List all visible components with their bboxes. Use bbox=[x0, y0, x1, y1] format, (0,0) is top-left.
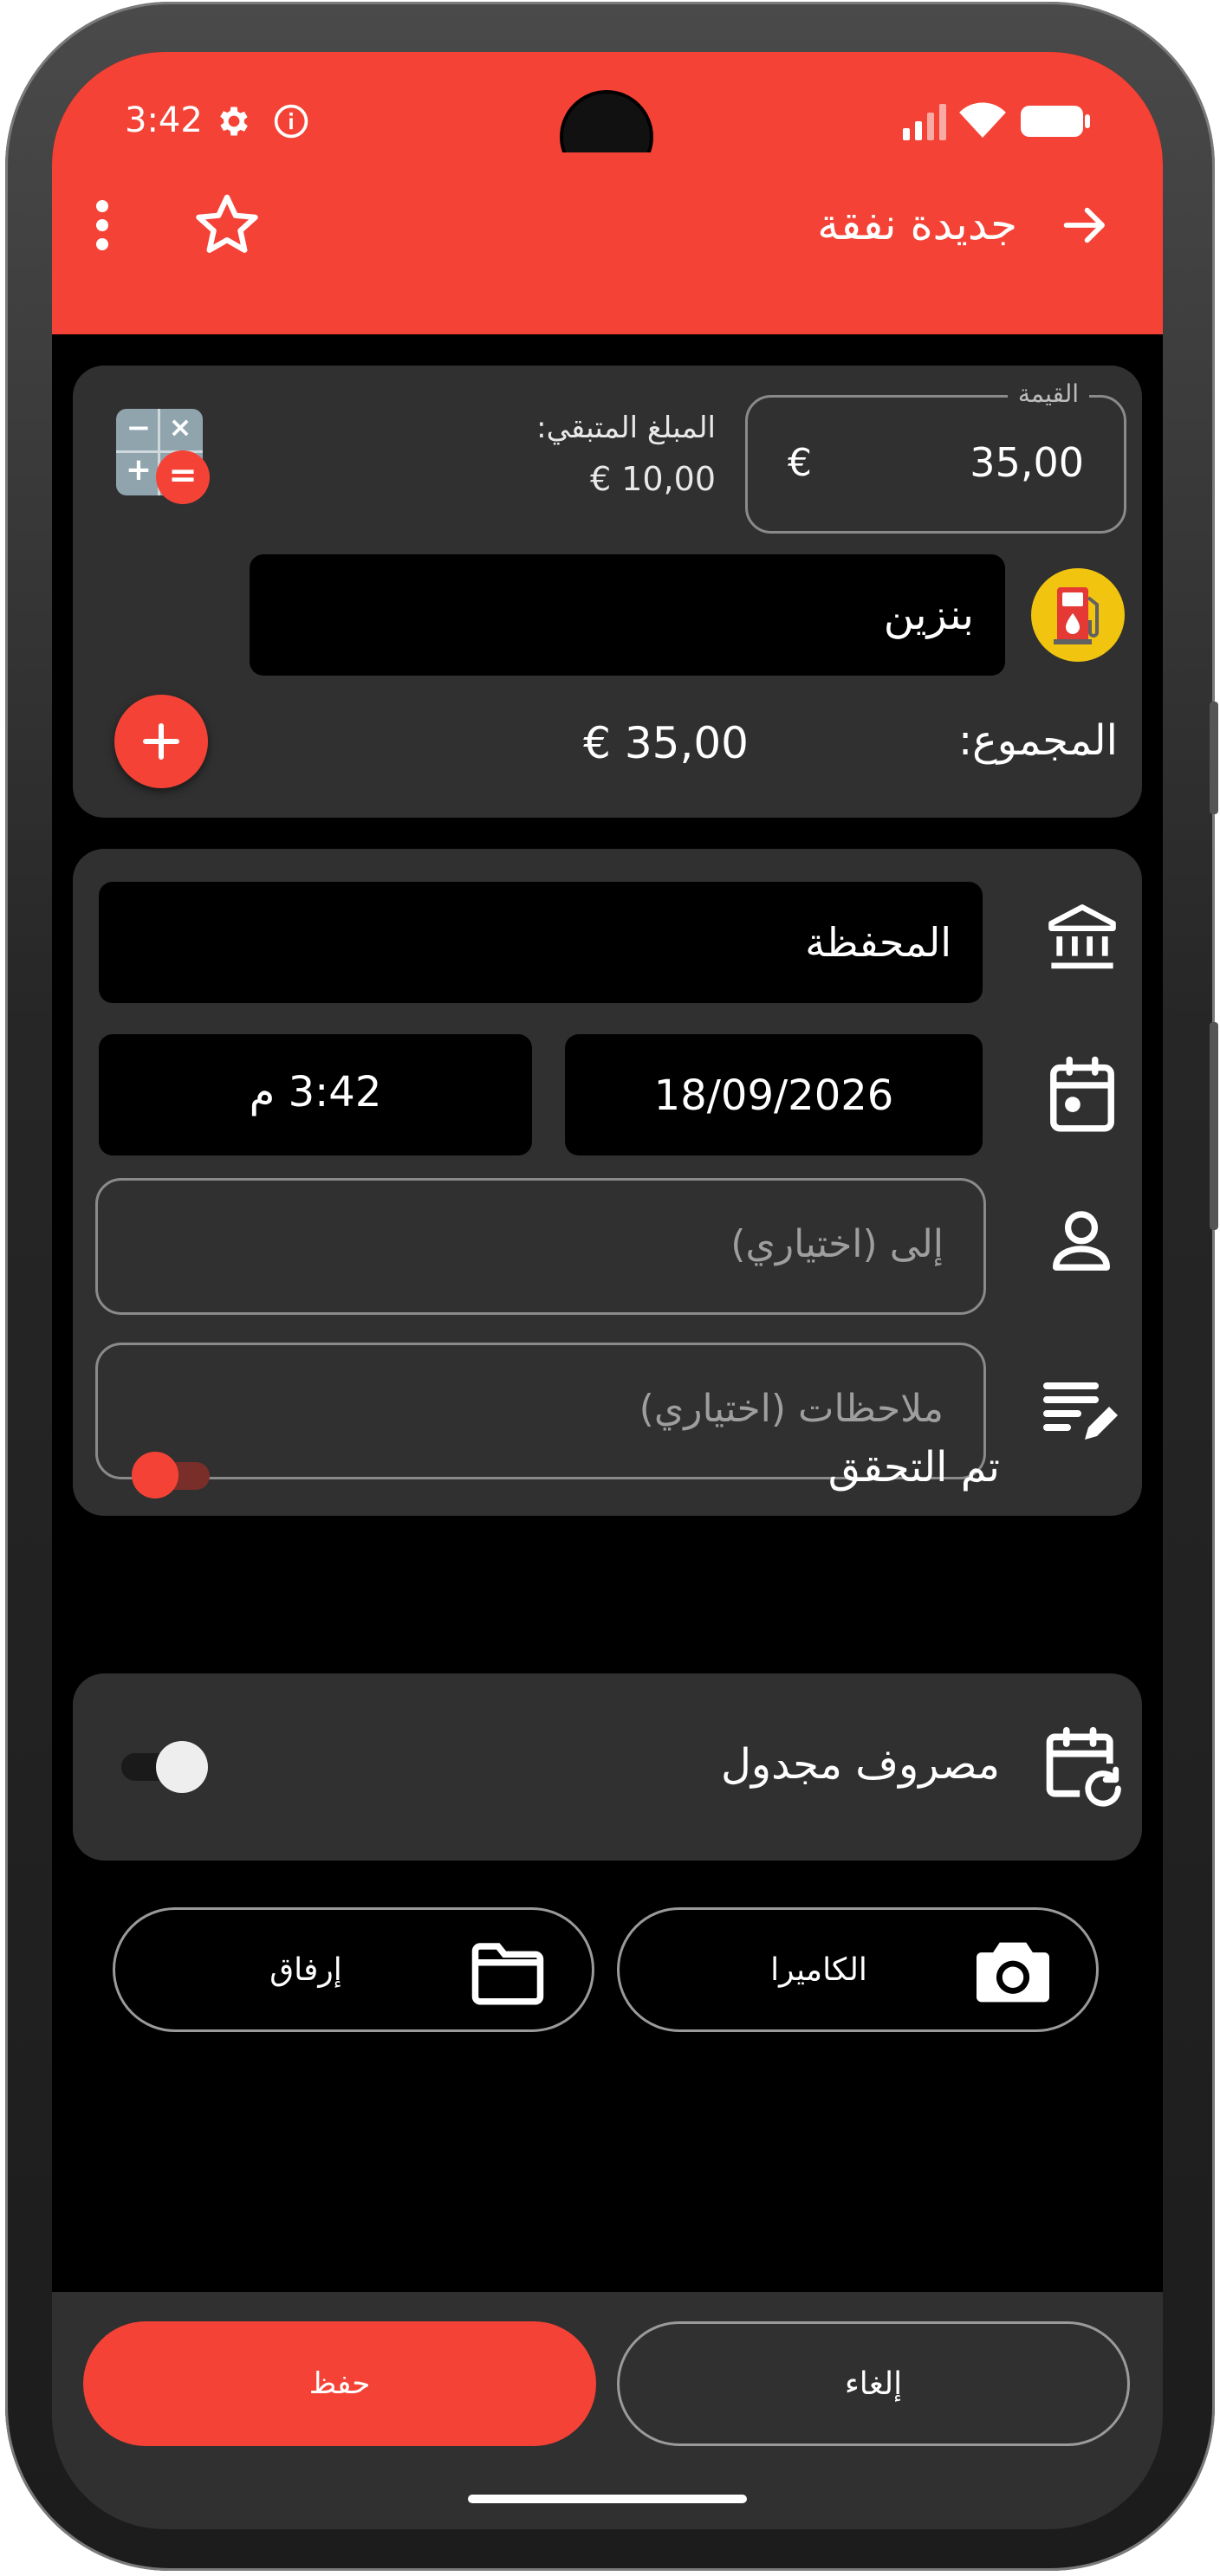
amount-card: − × + = المبلغ المتبقي: € 10,00 القيمة €… bbox=[73, 366, 1142, 818]
side-button bbox=[1210, 702, 1218, 814]
calculator-icon[interactable]: − × + = bbox=[116, 409, 210, 504]
status-time: 3:42 bbox=[125, 100, 203, 140]
date-field[interactable]: 18/09/2026 bbox=[565, 1034, 983, 1155]
time-value: 3:42 م bbox=[249, 1068, 382, 1116]
camera-label: الكاميرا bbox=[770, 1952, 867, 1988]
home-indicator[interactable] bbox=[468, 2495, 747, 2503]
total-label: المجموع: bbox=[957, 716, 1118, 765]
payee-placeholder: إلى (اختياري) bbox=[730, 1222, 944, 1266]
cancel-label: إلغاء bbox=[844, 2366, 903, 2402]
folder-icon bbox=[471, 1943, 544, 2005]
total-value: € 35,00 bbox=[583, 718, 749, 768]
amount-field[interactable]: القيمة € 35,00 bbox=[745, 377, 1126, 534]
amount-label-bg: القيمة bbox=[1007, 377, 1089, 411]
add-icon bbox=[143, 723, 179, 760]
amount-currency: € bbox=[788, 441, 812, 485]
edit-note-icon bbox=[1043, 1382, 1118, 1440]
date-value: 18/09/2026 bbox=[653, 1071, 894, 1120]
calendar-icon bbox=[1050, 1056, 1114, 1132]
more-vert-icon[interactable] bbox=[92, 197, 113, 253]
wallet-name: المحفظة bbox=[805, 919, 951, 966]
details-card: المحفظة 3:42 م 18/09/2026 إلى (اختياري) bbox=[73, 849, 1142, 1516]
status-bar: 3:42 bbox=[52, 52, 1163, 180]
person-icon bbox=[1053, 1211, 1110, 1271]
scheduled-toggle-thumb bbox=[156, 1741, 208, 1793]
category-name: بنزين bbox=[883, 591, 974, 639]
battery-icon bbox=[1021, 106, 1090, 137]
verified-toggle[interactable] bbox=[130, 1452, 210, 1498]
screen: 3:42 جديدة نفقة − × + = المبلغ المتبقي: … bbox=[52, 52, 1163, 2529]
remaining-value: € 10,00 bbox=[589, 460, 716, 498]
notes-placeholder: ملاحظات (اختياري) bbox=[639, 1387, 944, 1431]
app-bar: جديدة نفقة bbox=[52, 152, 1163, 334]
attach-button[interactable]: إرفاق bbox=[113, 1907, 594, 2032]
calendar-repeat-icon bbox=[1046, 1726, 1121, 1807]
cancel-button[interactable]: إلغاء bbox=[617, 2321, 1130, 2446]
remaining-label: المبلغ المتبقي: bbox=[536, 411, 716, 445]
fuel-pump-icon[interactable] bbox=[1031, 568, 1125, 662]
cellular-signal-icon bbox=[903, 104, 946, 140]
save-label: حفظ bbox=[308, 2366, 371, 2401]
camera-button[interactable]: الكاميرا bbox=[617, 1907, 1099, 2032]
add-split-button[interactable] bbox=[114, 695, 208, 788]
bottom-bar: حفظ إلغاء bbox=[52, 2292, 1163, 2529]
scheduled-toggle[interactable] bbox=[121, 1741, 208, 1793]
verified-label: تم التحقق bbox=[827, 1443, 1000, 1492]
wifi-icon bbox=[959, 102, 1006, 138]
scheduled-card: مصروف مجدول bbox=[73, 1673, 1142, 1861]
page-title: جديدة نفقة bbox=[817, 199, 1017, 249]
arrow-forward-icon[interactable] bbox=[1057, 197, 1113, 253]
attach-label: إرفاق bbox=[269, 1952, 342, 1988]
payee-input[interactable]: إلى (اختياري) bbox=[95, 1178, 986, 1315]
scheduled-label: مصروف مجدول bbox=[721, 1740, 1000, 1789]
info-icon bbox=[274, 104, 308, 139]
bank-icon bbox=[1048, 904, 1116, 969]
star-outline-icon[interactable] bbox=[191, 189, 263, 262]
verified-toggle-thumb bbox=[132, 1452, 178, 1498]
side-button bbox=[1210, 1022, 1218, 1230]
wallet-field[interactable]: المحفظة bbox=[99, 882, 983, 1003]
save-button[interactable]: حفظ bbox=[83, 2321, 596, 2446]
amount-label: القيمة bbox=[1017, 379, 1079, 408]
amount-value: 35,00 bbox=[970, 439, 1084, 486]
time-field[interactable]: 3:42 م bbox=[99, 1034, 532, 1155]
category-field[interactable]: بنزين bbox=[250, 554, 1005, 676]
camera-icon bbox=[977, 1942, 1049, 2003]
settings-icon bbox=[220, 107, 248, 136]
